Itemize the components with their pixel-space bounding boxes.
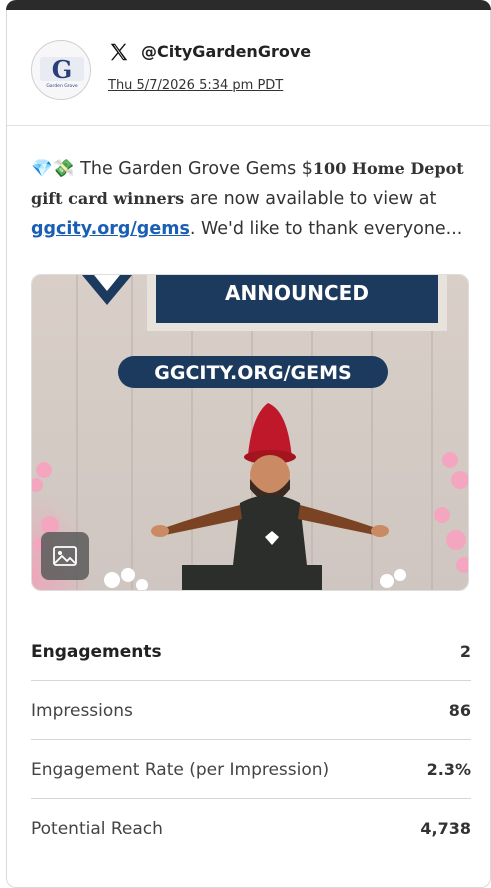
text-part-3: . We'd like to thank everyone...: [189, 219, 463, 239]
stat-value: 2.3%: [426, 760, 471, 779]
stats-table: Engagements 2 Impressions 86 Engagement …: [31, 622, 471, 858]
text-part-2: are now available to view at: [184, 189, 437, 209]
image-icon[interactable]: [41, 532, 89, 580]
post-timestamp[interactable]: Thu 5/7/2026 5:34 pm PDT: [108, 78, 283, 93]
post-card: G Garden Grove @CityGardenGrove Thu 5/7/…: [6, 10, 491, 888]
post-text: 💎💸 The Garden Grove Gems $100 Home Depot…: [31, 154, 471, 244]
stat-label: Impressions: [31, 701, 133, 721]
gems-link[interactable]: ggcity.org/gems: [31, 219, 190, 239]
stat-label: Potential Reach: [31, 819, 163, 839]
avatar[interactable]: G Garden Grove: [31, 40, 91, 100]
stat-value: 4,738: [420, 819, 471, 838]
post-image[interactable]: ANNOUNCED GGCITY.ORG/GEMS: [31, 274, 469, 591]
stat-value: 2: [459, 642, 471, 661]
author-handle[interactable]: @CityGardenGrove: [141, 42, 311, 61]
stat-row-impressions: Impressions 86: [31, 681, 471, 740]
stat-row-engagements: Engagements 2: [31, 622, 471, 681]
emoji-diamond-money: 💎💸: [31, 159, 75, 179]
stat-label: Engagements: [31, 642, 162, 662]
text-part-1: The Garden Grove Gems $: [74, 159, 313, 179]
stat-value: 86: [448, 701, 471, 720]
avatar-caption: Garden Grove: [46, 83, 78, 89]
x-logo-icon: [110, 43, 128, 61]
avatar-letter: G: [52, 55, 73, 84]
stat-row-engagement-rate: Engagement Rate (per Impression) 2.3%: [31, 740, 471, 799]
post-header: G Garden Grove @CityGardenGrove Thu 5/7/…: [7, 10, 490, 126]
banner-text: ANNOUNCED: [225, 281, 369, 305]
url-text: GGCITY.ORG/GEMS: [154, 362, 351, 384]
stat-label: Engagement Rate (per Impression): [31, 760, 330, 780]
stat-row-potential-reach: Potential Reach 4,738: [31, 799, 471, 858]
